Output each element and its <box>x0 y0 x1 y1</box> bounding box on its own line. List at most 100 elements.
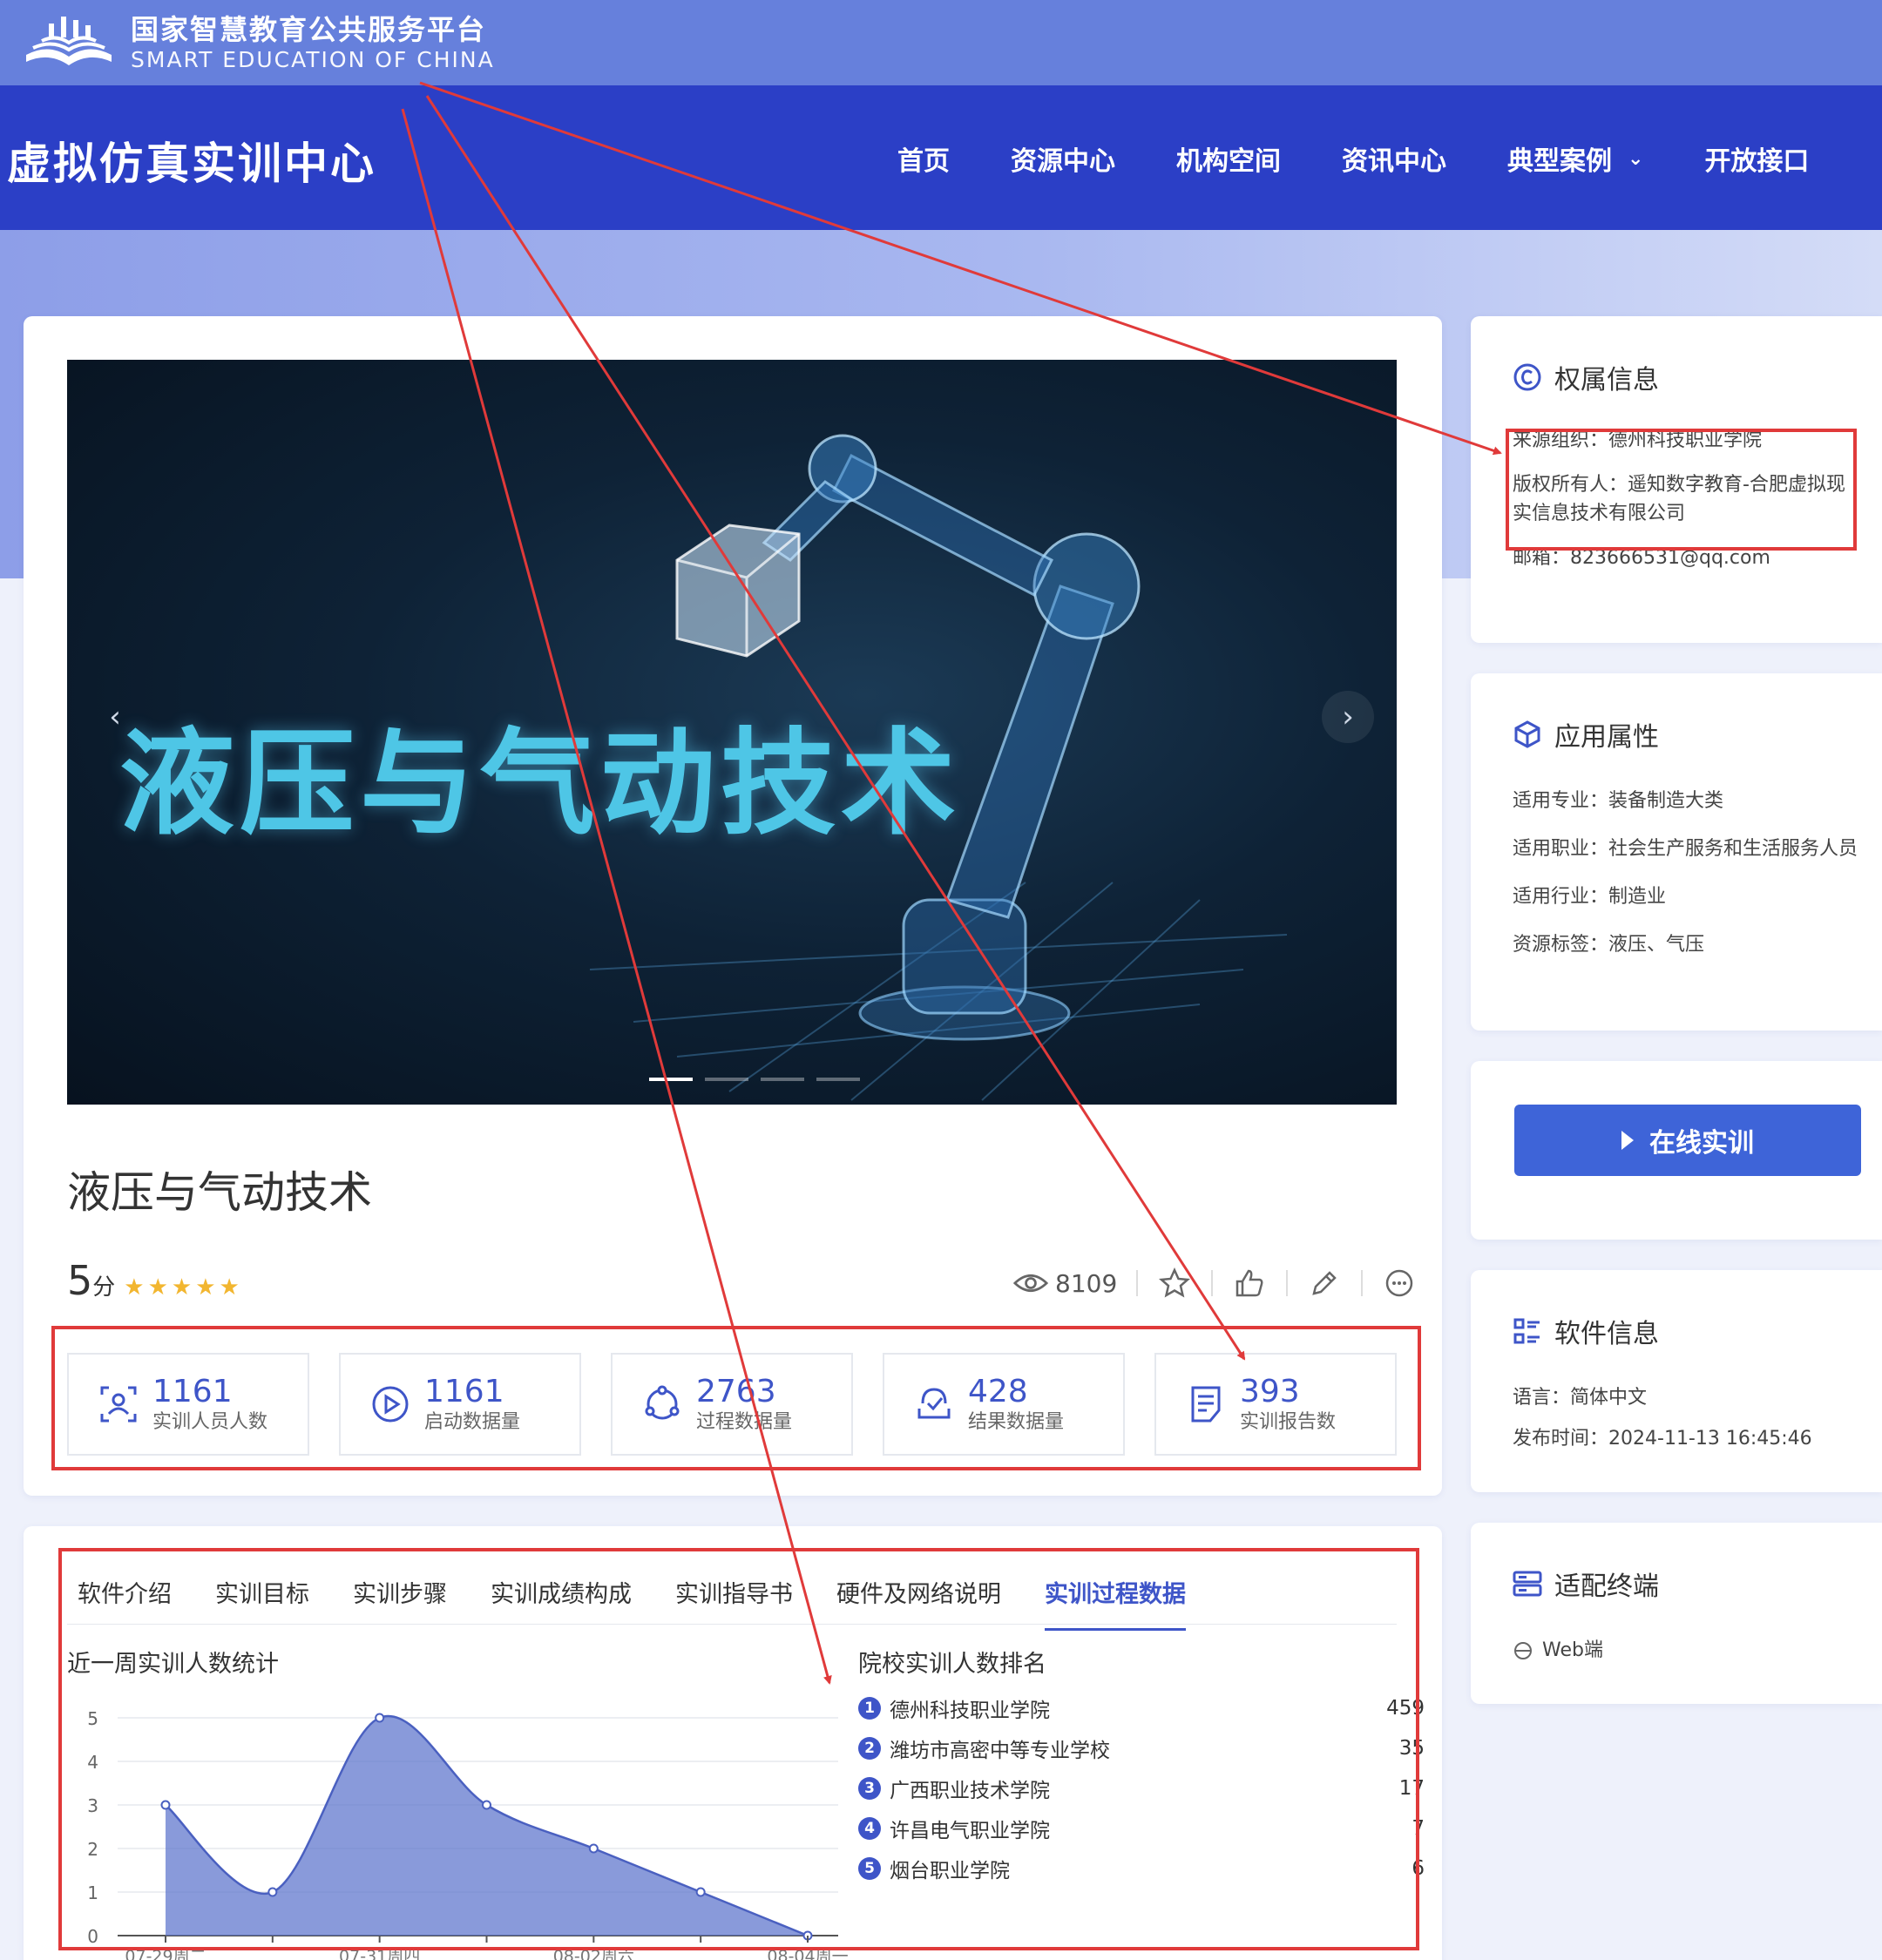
x-tick-label: 08-02周六 <box>553 1947 634 1960</box>
weekly-training-chart: 0 1 2 3 4 5 07-29周二 07-31周四 08-02周六 08-04周一 <box>87 1708 848 1960</box>
stat-value: 2763 <box>696 1374 776 1409</box>
carousel-prev-icon[interactable]: ‹ <box>89 691 141 743</box>
rank-count: 459 <box>1386 1697 1425 1720</box>
stat-launches: 1161 启动数据量 <box>339 1353 581 1456</box>
software-language: 简体中文 <box>1570 1387 1648 1409</box>
release-date: 2024-11-13 16:45:46 <box>1608 1428 1812 1450</box>
course-title: 液压与气动技术 <box>67 1167 372 1218</box>
detail-tabs-card: 软件介绍 实训目标 实训步骤 实训成绩构成 实训指导书 硬件及网络说明 实训过程… <box>24 1526 1442 1960</box>
nav-resources[interactable]: 资源中心 <box>1011 139 1115 178</box>
job-key: 适用职业： <box>1513 838 1609 860</box>
x-tick-label: 07-31周四 <box>339 1947 420 1960</box>
rank-school-name: 潍坊市高密中等专业学校 <box>890 1740 1110 1762</box>
source-org: 德州科技职业学院 <box>1608 429 1763 451</box>
data-point <box>375 1713 385 1723</box>
rank-badge: 4 <box>858 1817 881 1840</box>
tab-divider <box>67 1624 1397 1625</box>
carousel-dot[interactable] <box>761 1078 804 1081</box>
resource-tags: 液压、气压 <box>1608 934 1705 956</box>
software-title: 软件信息 <box>1554 1319 1659 1349</box>
site-title[interactable]: 虚拟仿真实训中心 <box>7 129 376 192</box>
hero-title: 液压与气动技术 <box>119 717 961 851</box>
rank-count: 17 <box>1398 1777 1425 1800</box>
terminal-web: Web端 <box>1542 1639 1603 1661</box>
weekly-chart-title: 近一周实训人数统计 <box>67 1651 279 1678</box>
online-training-label: 在线实训 <box>1649 1128 1754 1159</box>
date-key: 发布时间： <box>1513 1428 1609 1450</box>
rank-count: 7 <box>1412 1817 1425 1840</box>
data-point <box>695 1887 706 1897</box>
tab-steps[interactable]: 实训步骤 <box>353 1575 447 1631</box>
nav-home[interactable]: 首页 <box>897 139 950 178</box>
nav-news[interactable]: 资讯中心 <box>1342 139 1446 178</box>
carousel-next-icon[interactable]: › <box>1322 691 1374 743</box>
tab-process-data[interactable]: 实训过程数据 <box>1045 1575 1186 1631</box>
y-tick-label: 1 <box>87 1882 98 1903</box>
divider <box>1286 1270 1289 1296</box>
applicable-industry: 制造业 <box>1608 886 1667 908</box>
rank-count: 6 <box>1412 1857 1425 1880</box>
stat-results: 428 结果数据量 <box>883 1353 1125 1456</box>
platform-name-en: SMART EDUCATION OF CHINA <box>131 47 495 72</box>
ranking-item: 3 广西职业技术学院 17 <box>858 1768 1425 1808</box>
list-icon <box>1513 1318 1540 1344</box>
carousel-dot[interactable] <box>705 1078 748 1081</box>
like-thumb-icon[interactable] <box>1232 1266 1267 1301</box>
stat-label: 实训人员人数 <box>152 1411 268 1433</box>
carousel-dots <box>649 1078 860 1081</box>
hero-carousel[interactable]: 液压与气动技术 ‹ › <box>67 360 1397 1105</box>
online-training-button[interactable]: 在线实训 <box>1514 1105 1861 1176</box>
terminal-card: 适配终端 Web端 <box>1471 1523 1882 1704</box>
owner-key: 版权所有人： <box>1513 474 1628 496</box>
tab-grading[interactable]: 实训成绩构成 <box>491 1575 632 1631</box>
stat-reports: 393 实训报告数 <box>1154 1353 1397 1456</box>
stat-label: 过程数据量 <box>696 1411 793 1433</box>
play-triangle-icon <box>1621 1131 1634 1150</box>
ranking-item: 1 德州科技职业学院 459 <box>858 1688 1425 1728</box>
y-tick-label: 2 <box>87 1839 98 1860</box>
divider <box>1136 1270 1139 1296</box>
ranking-item: 4 许昌电气职业学院 7 <box>858 1808 1425 1848</box>
favorite-star-icon[interactable] <box>1157 1266 1192 1301</box>
rating-unit: 分 <box>92 1274 116 1301</box>
comment-icon[interactable] <box>1382 1266 1417 1301</box>
rank-school-name: 广西职业技术学院 <box>890 1780 1050 1802</box>
trainee-icon <box>100 1386 137 1423</box>
data-point <box>267 1887 278 1897</box>
software-card: 软件信息 语言： 简体中文 发布时间： 2024-11-13 16:45:46 <box>1471 1270 1882 1492</box>
ownership-title: 权属信息 <box>1554 365 1659 395</box>
rank-badge: 2 <box>858 1737 881 1760</box>
nav-cases[interactable]: 典型案例 ⌄ <box>1507 139 1643 178</box>
detail-tabs: 软件介绍 实训目标 实训步骤 实训成绩构成 实训指导书 硬件及网络说明 实训过程… <box>78 1575 1229 1631</box>
ranking-item: 2 潍坊市高密中等专业学校 35 <box>858 1728 1425 1768</box>
stat-value: 1161 <box>424 1374 504 1409</box>
carousel-dot[interactable] <box>649 1078 693 1081</box>
data-point <box>588 1843 599 1854</box>
data-point <box>482 1800 491 1810</box>
ranking-item: 5 烟台职业学院 6 <box>858 1848 1425 1889</box>
course-card: 液压与气动技术 ‹ › 液压与气动技术 5 分 ★★★★★ 8109 1161 … <box>24 316 1442 1496</box>
stats-row: 1161 实训人员人数 1161 启动数据量 2763 过程数据量 428 结果数据量 … <box>67 1353 1397 1456</box>
rank-badge: 5 <box>858 1857 881 1880</box>
edit-pencil-icon[interactable] <box>1307 1266 1342 1301</box>
carousel-dot[interactable] <box>816 1078 860 1081</box>
tab-hardware[interactable]: 硬件及网络说明 <box>836 1575 1001 1631</box>
tab-intro[interactable]: 软件介绍 <box>78 1575 172 1631</box>
course-rating: 5 分 ★★★★★ <box>67 1257 243 1304</box>
ranking-list: 1 德州科技职业学院 459 2 潍坊市高密中等专业学校 35 3 广西职业技术学院 17 4 许昌… <box>858 1688 1425 1889</box>
platform-logo-icon[interactable] <box>23 11 115 74</box>
ranking-title: 院校实训人数排名 <box>858 1651 1046 1678</box>
nav-open-api[interactable]: 开放接口 <box>1704 139 1809 178</box>
tab-goals[interactable]: 实训目标 <box>215 1575 309 1631</box>
rating-stars: ★★★★★ <box>124 1274 243 1301</box>
x-tick-label: 07-29周二 <box>125 1947 206 1960</box>
platform-header: 国家智慧教育公共服务平台 SMART EDUCATION OF CHINA <box>0 0 1882 85</box>
lang-key: 语言： <box>1513 1387 1571 1409</box>
nav-cases-label: 典型案例 <box>1507 146 1612 177</box>
nav-institutions[interactable]: 机构空间 <box>1176 139 1281 178</box>
server-icon <box>1513 1571 1542 1597</box>
tab-guide[interactable]: 实训指导书 <box>675 1575 793 1631</box>
course-actions: 8109 <box>1013 1266 1417 1301</box>
rank-school-name: 烟台职业学院 <box>890 1860 1010 1882</box>
series-area <box>166 1715 808 1936</box>
